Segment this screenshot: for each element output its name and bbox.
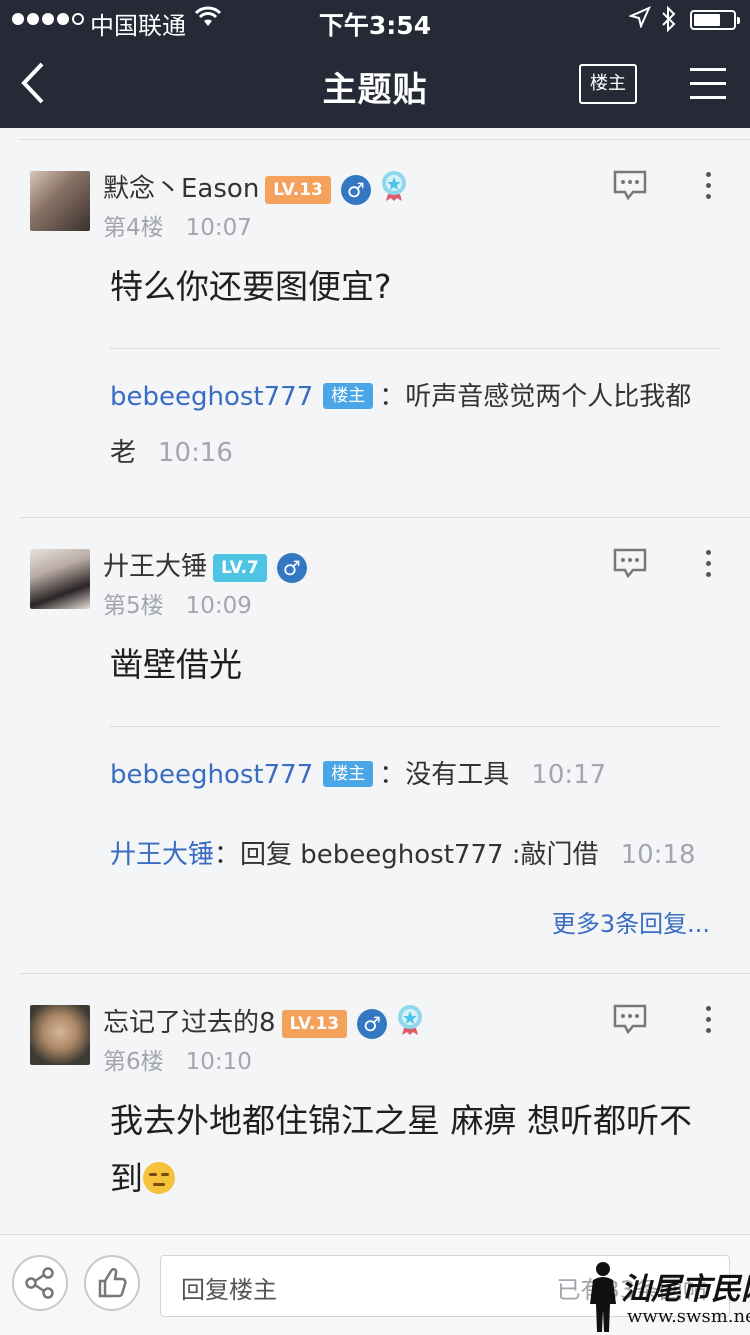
medal-icon [395,1004,425,1043]
bluetooth-icon [660,5,678,39]
reply-item[interactable]: bebeeghost777 楼主 ：没有工具 10:17 [110,747,715,803]
reply-author[interactable]: bebeeghost777 [110,760,313,790]
person-silhouette-logo [590,1262,616,1332]
reply-text: ：回复 bebeeghost777 :敲门借 [214,840,599,870]
share-icon [25,1267,54,1299]
menu-icon[interactable] [690,68,726,100]
avatar[interactable] [30,549,90,609]
reply-time: 10:18 [620,840,696,870]
post-floor-6: 忘记了过去的8 LV.13 ♂ 第6楼 10:10 我去外地都住锦江之星 麻痹 想听都… [0,974,750,1234]
floor-number: 第4楼 [103,215,164,241]
more-options-icon[interactable] [703,1004,713,1034]
post-time: 10:09 [185,593,252,619]
reply-author[interactable]: 廾王大锤 [110,840,214,870]
post-meta: 第5楼 10:09 [103,586,252,620]
username[interactable]: 廾王大锤 LV.7 ♂ [103,546,307,583]
battery-icon [690,10,740,30]
host-badge: 楼主 [323,761,374,787]
more-options-icon[interactable] [703,548,713,578]
male-icon: ♂ [357,1008,388,1039]
post-floor-4: 默念丶Eason LV.13 ♂ 第4楼 10:07 特么你还要图便宜? bebeeg… [0,140,750,517]
male-icon: ♂ [276,552,307,583]
status-bar: 中国联通 下午3:54 [0,0,750,40]
top-bar: 中国联通 下午3:54 主题贴 楼主 [0,0,750,128]
post-content: 我去外地都住锦江之星 麻痹 想听都听不到 [110,1101,692,1198]
avatar[interactable] [30,171,90,231]
more-options-icon[interactable] [703,170,713,200]
post-time: 10:10 [185,1049,252,1075]
comment-icon[interactable] [613,548,647,579]
reply-item[interactable]: 廾王大锤：回复 bebeeghost777 :敲门借 10:18 [110,827,715,883]
thumbs-up-icon [98,1268,127,1298]
reply-placeholder: 回复楼主 [181,1276,277,1304]
share-button[interactable] [12,1255,68,1311]
username[interactable]: 默念丶Eason LV.13 ♂ [103,168,409,209]
only-host-button[interactable]: 楼主 [579,64,637,104]
unamused-emoji-icon [143,1162,175,1194]
medal-icon [379,170,409,209]
page-title: 主题贴 [322,70,428,110]
like-button[interactable] [84,1255,140,1311]
reply-time: 10:17 [531,760,607,790]
avatar[interactable] [30,1005,90,1065]
location-arrow-icon [627,6,651,34]
post-time: 10:07 [185,215,252,241]
reply-text: ：没有工具 [379,760,510,790]
floor-number: 第6楼 [103,1049,164,1075]
comment-icon[interactable] [613,1004,647,1035]
thread-feed[interactable]: 默念丶Eason LV.13 ♂ 第4楼 10:07 特么你还要图便宜? bebeeg… [0,128,750,1234]
reply-item[interactable]: bebeeghost777 楼主 ：听声音感觉两个人比我都老 10:16 [110,369,715,481]
watermark: 汕尾市民网 www.swsm.net [585,1258,750,1334]
reply-time: 10:16 [158,438,233,468]
level-badge: LV.7 [213,553,267,582]
watermark-title: 汕尾市民网 [621,1272,750,1307]
post-content: 凿壁借光 [110,645,242,684]
post-floor-5: 廾王大锤 LV.7 ♂ 第5楼 10:09 凿壁借光 bebeeghost777 楼主：… [0,518,750,973]
divider [110,726,720,727]
reply-author[interactable]: bebeeghost777 [110,382,313,412]
level-badge: LV.13 [281,1009,348,1038]
post-meta: 第4楼 10:07 [103,208,252,242]
male-icon: ♂ [340,174,371,205]
floor-number: 第5楼 [103,593,164,619]
post-content: 特么你还要图便宜? [110,267,392,306]
watermark-url: www.swsm.net [627,1306,750,1327]
username[interactable]: 忘记了过去的8 LV.13 ♂ [103,1002,425,1043]
more-replies-link[interactable]: 更多3条回复... [552,904,710,939]
divider [110,348,720,349]
post-meta: 第6楼 10:10 [103,1042,252,1076]
nav-bar: 主题贴 楼主 [0,40,750,128]
level-badge: LV.13 [265,175,331,204]
comment-icon[interactable] [613,170,647,201]
host-badge: 楼主 [323,383,374,409]
